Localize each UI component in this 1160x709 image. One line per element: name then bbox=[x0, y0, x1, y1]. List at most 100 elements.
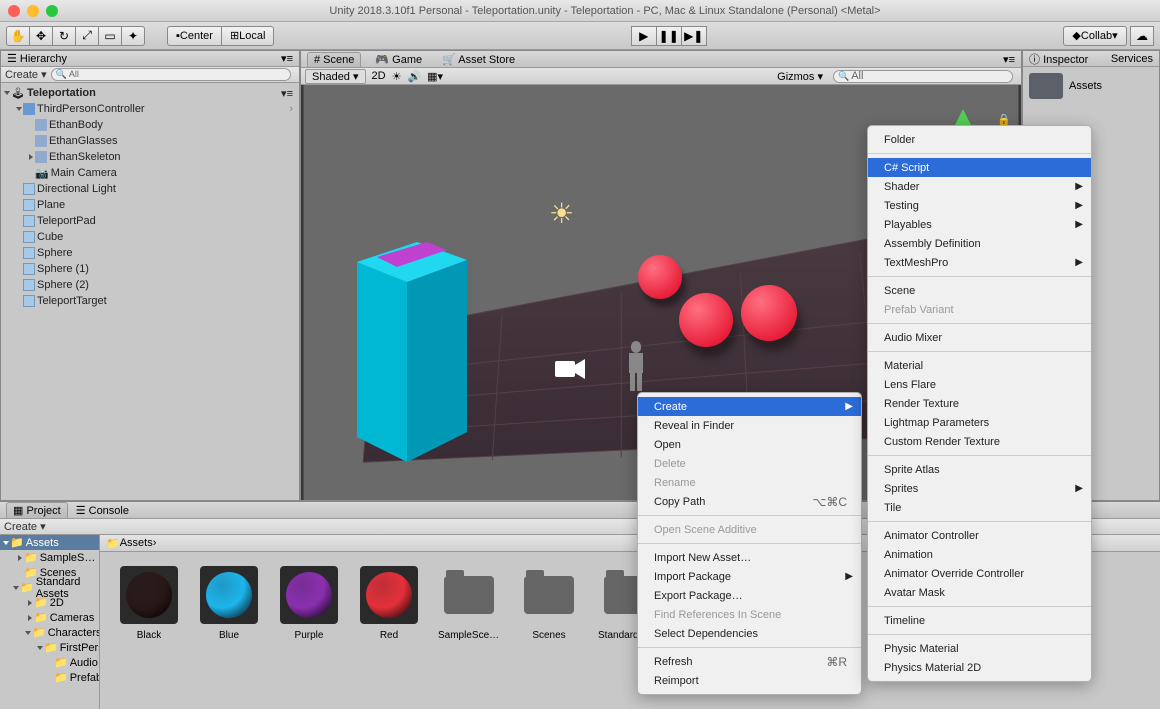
hierarchy-search[interactable]: 🔍 All bbox=[51, 68, 291, 81]
menu-timeline[interactable]: Timeline bbox=[868, 611, 1091, 630]
menu-sprites[interactable]: Sprites▶ bbox=[868, 479, 1091, 498]
hierarchy-item[interactable]: TeleportTarget bbox=[1, 293, 299, 309]
tab-scene[interactable]: # Scene bbox=[307, 52, 361, 67]
menu-scene[interactable]: Scene bbox=[868, 281, 1091, 300]
tab-asset-store[interactable]: 🛒 Asset Store bbox=[436, 52, 521, 67]
menu-animator-override[interactable]: Animator Override Controller bbox=[868, 564, 1091, 583]
hierarchy-item[interactable]: EthanSkeleton bbox=[1, 149, 299, 165]
hierarchy-item[interactable]: Cube bbox=[1, 229, 299, 245]
project-create-dropdown[interactable]: Create ▾ bbox=[4, 520, 46, 533]
menu-refresh[interactable]: Refresh⌘R bbox=[638, 652, 861, 671]
menu-material[interactable]: Material bbox=[868, 356, 1091, 375]
camera-icon bbox=[551, 357, 587, 381]
panel-menu-icon[interactable]: ▾≡ bbox=[1003, 53, 1015, 66]
menu-sprite-atlas[interactable]: Sprite Atlas bbox=[868, 460, 1091, 479]
scene-toolbar: Shaded ▾ 2D ☀ 🔊 ▦▾ Gizmos ▾ 🔍 All bbox=[301, 68, 1021, 85]
2d-toggle[interactable]: 2D bbox=[372, 70, 386, 82]
hierarchy-item[interactable]: Sphere (1) bbox=[1, 261, 299, 277]
tab-services[interactable]: Services bbox=[1111, 53, 1153, 65]
hierarchy-item[interactable]: Directional Light bbox=[1, 181, 299, 197]
rotate-tool[interactable]: ↻ bbox=[52, 26, 76, 46]
menu-asmdef[interactable]: Assembly Definition bbox=[868, 234, 1091, 253]
hierarchy-item[interactable]: Plane bbox=[1, 197, 299, 213]
pivot-center-toggle[interactable]: ▪ Center bbox=[167, 26, 222, 46]
play-button[interactable]: ▶ bbox=[631, 26, 657, 46]
tab-inspector[interactable]: ⓘ Inspector bbox=[1029, 51, 1088, 67]
menu-avatar-mask[interactable]: Avatar Mask bbox=[868, 583, 1091, 602]
gizmos-dropdown[interactable]: Gizmos ▾ bbox=[777, 70, 823, 83]
menu-reimport[interactable]: Reimport bbox=[638, 671, 861, 690]
menu-physic-material[interactable]: Physic Material bbox=[868, 639, 1091, 658]
light-toggle-icon[interactable]: ☀ bbox=[392, 70, 402, 83]
close-window-icon[interactable] bbox=[8, 5, 20, 17]
rect-tool[interactable]: ▭ bbox=[98, 26, 122, 46]
transform-tool[interactable]: ✦ bbox=[121, 26, 145, 46]
menu-shader[interactable]: Shader▶ bbox=[868, 177, 1091, 196]
menu-lens-flare[interactable]: Lens Flare bbox=[868, 375, 1091, 394]
hand-tool[interactable]: ✋ bbox=[6, 26, 30, 46]
menu-import-package[interactable]: Import Package▶ bbox=[638, 567, 861, 586]
hierarchy-item[interactable]: Sphere bbox=[1, 245, 299, 261]
menu-reveal[interactable]: Reveal in Finder bbox=[638, 416, 861, 435]
scene-root[interactable]: 🕹 Teleportation▾≡ bbox=[1, 85, 299, 101]
menu-custom-rt[interactable]: Custom Render Texture bbox=[868, 432, 1091, 451]
play-controls: ▶ ❚❚ ▶❚ bbox=[631, 26, 707, 46]
hierarchy-tree[interactable]: 🕹 Teleportation▾≡ ThirdPersonController›… bbox=[1, 83, 299, 500]
menu-folder[interactable]: Folder bbox=[868, 130, 1091, 149]
tab-game[interactable]: 🎮 Game bbox=[369, 52, 428, 67]
menu-csharp-script[interactable]: C# Script bbox=[868, 158, 1091, 177]
menu-textmeshpro[interactable]: TextMeshPro▶ bbox=[868, 253, 1091, 272]
hierarchy-item[interactable]: 📷Main Camera bbox=[1, 165, 299, 181]
global-local-toggle[interactable]: ⊞ Local bbox=[221, 26, 275, 46]
sun-icon: ☀ bbox=[549, 197, 574, 230]
project-item[interactable]: SampleScenes bbox=[438, 566, 500, 695]
transform-tools: ✋ ✥ ↻ ⤢ ▭ ✦ bbox=[6, 26, 145, 46]
panel-menu-icon[interactable]: ▾≡ bbox=[281, 52, 293, 65]
menu-lightmap[interactable]: Lightmap Parameters bbox=[868, 413, 1091, 432]
menu-physics-material-2d[interactable]: Physics Material 2D bbox=[868, 658, 1091, 677]
hierarchy-item[interactable]: EthanBody bbox=[1, 117, 299, 133]
move-tool[interactable]: ✥ bbox=[29, 26, 53, 46]
hierarchy-item[interactable]: Sphere (2) bbox=[1, 277, 299, 293]
collab-button[interactable]: ◆ Collab ▾ bbox=[1063, 26, 1127, 46]
menu-audio-mixer[interactable]: Audio Mixer bbox=[868, 328, 1091, 347]
hierarchy-item[interactable]: EthanGlasses bbox=[1, 133, 299, 149]
maximize-window-icon[interactable] bbox=[46, 5, 58, 17]
menu-testing[interactable]: Testing▶ bbox=[868, 196, 1091, 215]
menu-animator-controller[interactable]: Animator Controller bbox=[868, 526, 1091, 545]
tab-console[interactable]: ☰ Console bbox=[76, 504, 129, 517]
hierarchy-item[interactable]: ThirdPersonController› bbox=[1, 101, 299, 117]
menu-playables[interactable]: Playables▶ bbox=[868, 215, 1091, 234]
cloud-button[interactable]: ☁ bbox=[1130, 26, 1154, 46]
scale-tool[interactable]: ⤢ bbox=[75, 26, 99, 46]
sphere bbox=[679, 293, 733, 347]
audio-toggle-icon[interactable]: 🔊 bbox=[407, 70, 421, 83]
minimize-window-icon[interactable] bbox=[27, 5, 39, 17]
scene-search[interactable]: 🔍 All bbox=[833, 70, 1013, 83]
project-item[interactable]: Purple bbox=[278, 566, 340, 695]
project-item[interactable]: Scenes bbox=[518, 566, 580, 695]
pause-button[interactable]: ❚❚ bbox=[656, 26, 682, 46]
shading-mode[interactable]: Shaded ▾ bbox=[305, 69, 366, 84]
project-item[interactable]: Red bbox=[358, 566, 420, 695]
project-tree[interactable]: 📁 Assets 📁 SampleScenes 📁 Scenes 📁 Stand… bbox=[0, 535, 100, 709]
menu-import-new[interactable]: Import New Asset… bbox=[638, 548, 861, 567]
hierarchy-tab[interactable]: ☰ Hierarchy bbox=[7, 52, 67, 65]
titlebar: Unity 2018.3.10f1 Personal - Teleportati… bbox=[0, 0, 1160, 22]
menu-select-deps[interactable]: Select Dependencies bbox=[638, 624, 861, 643]
menu-animation[interactable]: Animation bbox=[868, 545, 1091, 564]
project-item[interactable]: Black bbox=[118, 566, 180, 695]
tab-project[interactable]: ▦ Project bbox=[6, 502, 68, 518]
create-dropdown[interactable]: Create ▾ bbox=[5, 68, 47, 81]
menu-render-texture[interactable]: Render Texture bbox=[868, 394, 1091, 413]
menu-export-package[interactable]: Export Package… bbox=[638, 586, 861, 605]
menu-create[interactable]: Create▶ bbox=[638, 397, 861, 416]
hierarchy-item[interactable]: TeleportPad bbox=[1, 213, 299, 229]
folder-icon bbox=[1029, 73, 1063, 99]
project-item[interactable]: Blue bbox=[198, 566, 260, 695]
menu-copypath[interactable]: Copy Path⌥⌘C bbox=[638, 492, 861, 511]
step-button[interactable]: ▶❚ bbox=[681, 26, 707, 46]
menu-open[interactable]: Open bbox=[638, 435, 861, 454]
fx-toggle-icon[interactable]: ▦▾ bbox=[427, 70, 443, 83]
menu-tile[interactable]: Tile bbox=[868, 498, 1091, 517]
